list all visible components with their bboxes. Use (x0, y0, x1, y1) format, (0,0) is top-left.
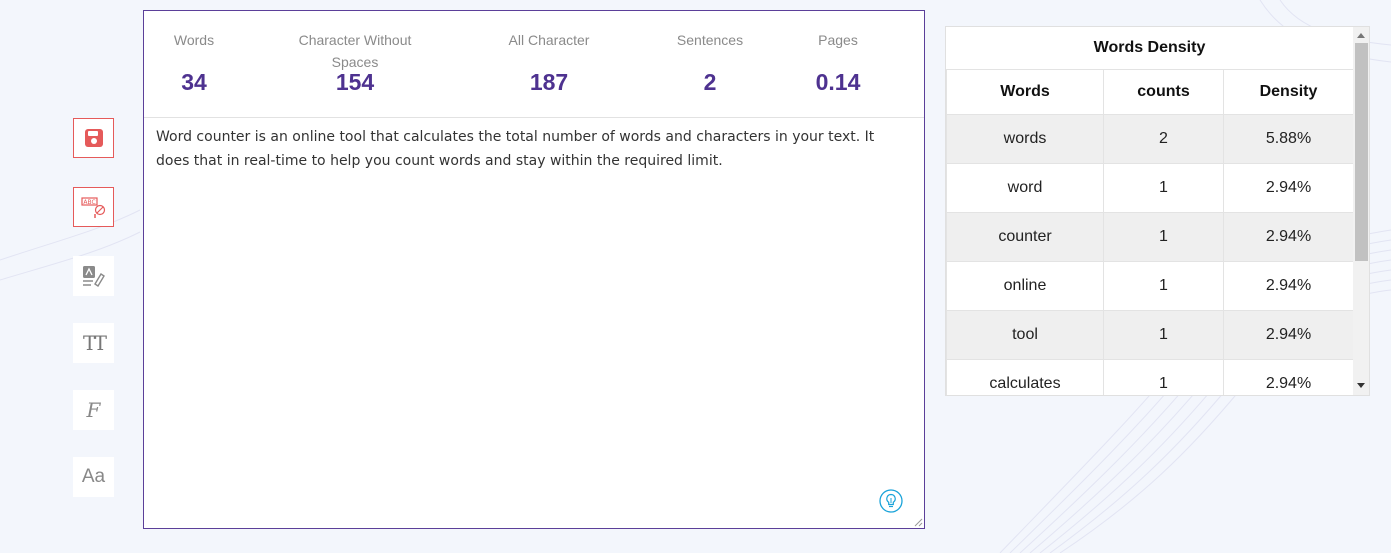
stat-label: Character Without Spaces (298, 32, 412, 70)
density-table: Words counts Density words 2 5.88% word … (946, 69, 1354, 395)
cell-density: 2.94% (1223, 261, 1354, 311)
stats-bar: Words 34 Character Without Spaces 154 Al… (144, 11, 924, 118)
stat-label: Sentences (676, 32, 744, 48)
stat-all-chars: All Character 187 (489, 29, 609, 95)
cell-density: 2.94% (1223, 163, 1354, 213)
table-row: words 2 5.88% (946, 114, 1354, 164)
resize-handle-icon[interactable] (913, 517, 923, 527)
cell-word: online (946, 261, 1104, 311)
table-header-row: Words counts Density (946, 69, 1354, 115)
cell-word: tool (946, 310, 1104, 360)
cell-count: 1 (1103, 212, 1224, 262)
text-input-area[interactable]: Word counter is an online tool that calc… (156, 125, 908, 173)
cell-density: 2.94% (1223, 359, 1354, 395)
stat-value: 34 (181, 69, 207, 95)
cell-word: counter (946, 212, 1104, 262)
svg-text:ABC: ABC (83, 199, 95, 206)
grammar-edit-button[interactable] (73, 256, 114, 296)
font-style-icon: F (86, 398, 101, 422)
stat-words: Words 34 (164, 29, 224, 95)
cell-density: 2.94% (1223, 212, 1354, 262)
save-button[interactable] (73, 118, 114, 158)
stat-value: 187 (529, 69, 569, 95)
table-row: tool 1 2.94% (946, 310, 1354, 360)
cell-density: 2.94% (1223, 310, 1354, 360)
cell-word: word (946, 163, 1104, 213)
cell-count: 1 (1103, 359, 1224, 395)
scrollbar-thumb[interactable] (1355, 43, 1368, 261)
spellcheck-icon: ABC (80, 197, 105, 218)
table-row: calculates 1 2.94% (946, 359, 1354, 395)
table-row: counter 1 2.94% (946, 212, 1354, 262)
font-style-button[interactable]: F (73, 390, 114, 430)
stat-value: 2 (703, 69, 717, 95)
stat-sentences: Sentences 2 (665, 29, 755, 95)
scroll-down-arrow-icon[interactable] (1357, 383, 1365, 388)
cell-count: 2 (1103, 114, 1224, 164)
case-icon: Aa (81, 466, 106, 487)
column-header-counts: counts (1103, 69, 1224, 115)
words-density-panel: Words Density Words counts Density words… (945, 26, 1370, 396)
lightbulb-icon[interactable] (879, 489, 903, 513)
case-button[interactable]: Aa (73, 457, 114, 497)
text-size-icon: TT (82, 331, 107, 355)
cell-word: calculates (946, 359, 1104, 395)
stat-label: Pages (818, 32, 858, 48)
spellcheck-button[interactable]: ABC (73, 187, 114, 227)
table-row: word 1 2.94% (946, 163, 1354, 213)
cell-count: 1 (1103, 261, 1224, 311)
stat-label: All Character (508, 32, 590, 48)
column-header-density: Density (1223, 69, 1354, 115)
stat-pages: Pages 0.14 (803, 29, 873, 95)
stat-value: 0.14 (815, 69, 861, 95)
stat-label: Words (173, 32, 215, 48)
table-row: online 1 2.94% (946, 261, 1354, 311)
grammar-edit-icon (82, 266, 105, 287)
stat-chars-no-spaces: Character Without Spaces 154 (290, 29, 420, 95)
density-scrollbar[interactable] (1353, 27, 1369, 395)
text-size-button[interactable]: TT (73, 323, 114, 363)
density-title: Words Density (946, 27, 1353, 70)
cell-word: words (946, 114, 1104, 164)
text-editor-panel: Words 34 Character Without Spaces 154 Al… (143, 10, 925, 529)
cell-density: 5.88% (1223, 114, 1354, 164)
cell-count: 1 (1103, 310, 1224, 360)
stat-value: 154 (335, 69, 375, 95)
scroll-up-arrow-icon[interactable] (1357, 33, 1365, 38)
column-header-words: Words (946, 69, 1104, 115)
save-icon (84, 129, 103, 147)
cell-count: 1 (1103, 163, 1224, 213)
